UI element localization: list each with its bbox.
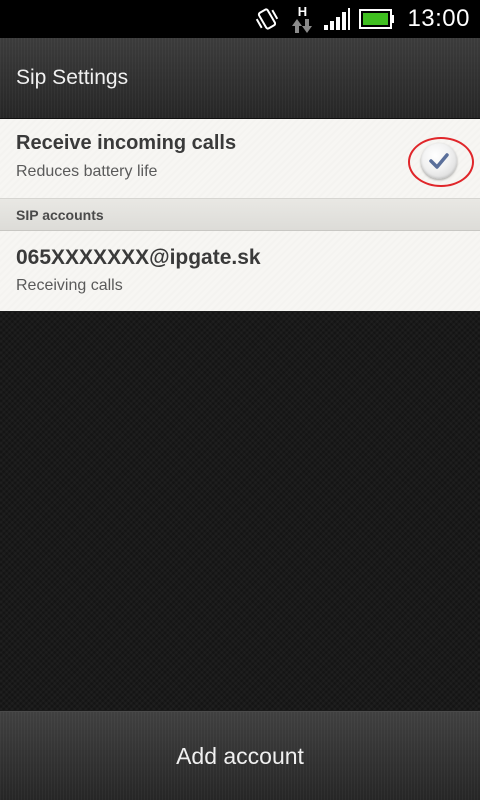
receive-incoming-calls-title: Receive incoming calls (16, 132, 237, 154)
section-header-label: SIP accounts (16, 206, 104, 223)
status-clock: 13:00 (407, 5, 470, 32)
checkmark-icon (429, 153, 449, 169)
receive-incoming-calls-checkbox-area[interactable] (408, 137, 474, 187)
receive-incoming-calls-checkbox[interactable] (421, 143, 457, 179)
hsdpa-data-icon: H (289, 2, 315, 36)
status-bar: H 13:00 (0, 0, 480, 38)
receive-incoming-calls-subtitle: Reduces battery life (16, 163, 158, 180)
vibrate-icon (253, 6, 281, 32)
sip-accounts-section-header: SIP accounts (0, 199, 480, 231)
add-account-button[interactable]: Add account (0, 711, 480, 800)
sip-account-address: 065XXXXXXX@ipgate.sk (16, 246, 261, 269)
sip-account-row[interactable]: 065XXXXXXX@ipgate.sk Receiving calls (0, 231, 480, 311)
network-type-label: H (297, 3, 308, 19)
title-bar: Sip Settings (0, 38, 480, 119)
settings-list: Receive incoming calls Reduces battery l… (0, 119, 480, 311)
signal-strength-icon (323, 7, 351, 31)
receive-incoming-calls-row[interactable]: Receive incoming calls Reduces battery l… (0, 119, 480, 199)
add-account-label: Add account (176, 742, 304, 769)
sip-account-status: Receiving calls (16, 277, 123, 294)
battery-icon (359, 8, 395, 30)
page-title: Sip Settings (16, 66, 129, 89)
screen: H 13:00 Sip Settings Receive incoming ca… (0, 0, 480, 800)
